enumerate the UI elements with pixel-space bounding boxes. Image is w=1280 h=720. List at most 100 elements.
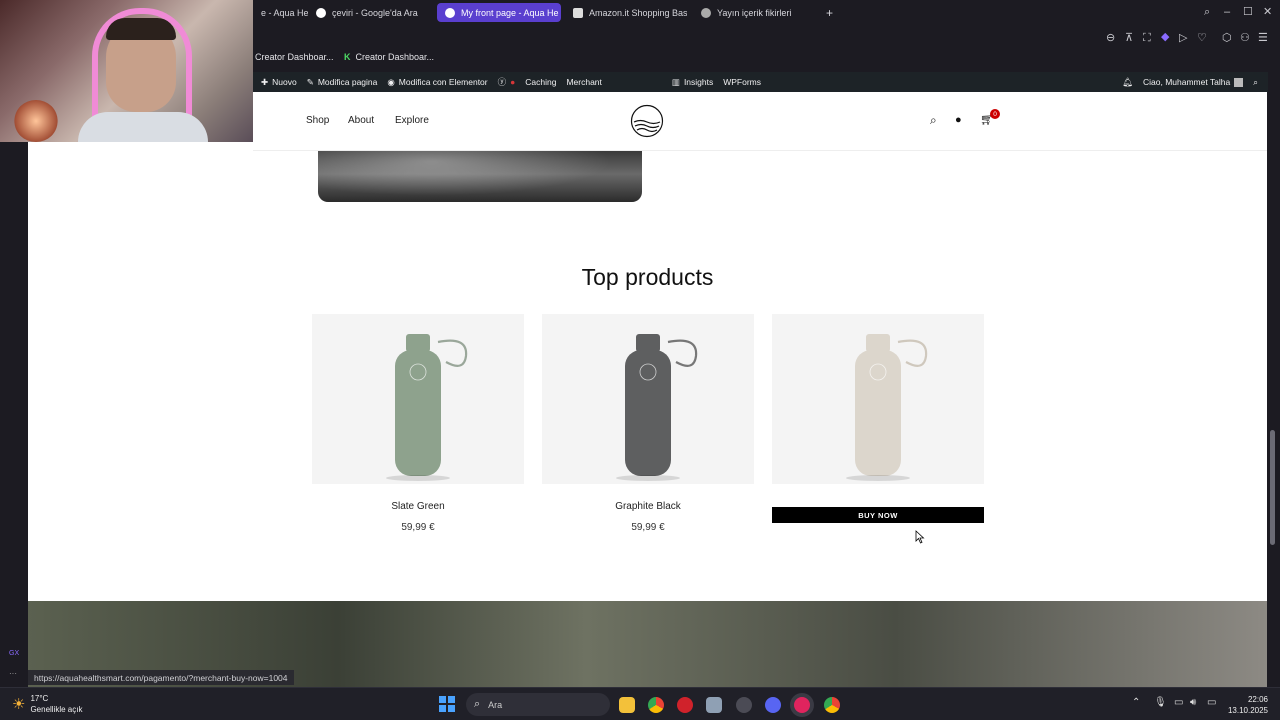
new-tab-button[interactable]: + xyxy=(818,3,838,22)
tray-chevron-icon[interactable]: ⌃ xyxy=(1132,697,1140,708)
product-name[interactable]: Slate Green xyxy=(312,501,524,512)
google-icon xyxy=(316,7,326,18)
bell-icon[interactable]: 🔔︎ xyxy=(1122,77,1133,88)
avatar xyxy=(1234,77,1244,87)
volume-icon[interactable]: 🔊︎ xyxy=(1190,697,1196,708)
status-url: https://aquahealthsmart.com/pagamento/?m… xyxy=(28,670,294,685)
site-icon xyxy=(445,7,455,18)
yoast-icon: ⓨ xyxy=(497,77,507,87)
wp-yoast[interactable]: ⓨ ● xyxy=(498,76,516,88)
tab-front-page[interactable]: My front page - Aqua He xyxy=(437,3,561,22)
hero-image xyxy=(318,151,642,202)
candle-graphic xyxy=(14,100,58,142)
opera-gx-icon[interactable] xyxy=(794,697,810,713)
wp-edit-elementor[interactable]: ◉ Modifica con Elementor xyxy=(387,77,487,88)
product-price: 59,99 € xyxy=(401,522,435,533)
tab-yayin[interactable]: Yayın içerik fikirleri xyxy=(693,3,815,22)
vpn-icon[interactable]: ◆ xyxy=(1161,31,1169,43)
kick-icon: K xyxy=(344,52,351,62)
battery-icon[interactable]: ▭ xyxy=(1207,697,1216,708)
file-explorer-icon[interactable] xyxy=(619,697,635,713)
minimize-icon[interactable]: – xyxy=(1224,6,1230,18)
opera-icon[interactable] xyxy=(677,697,693,713)
bookmark-creator-2[interactable]: K Creator Dashboar... xyxy=(344,52,434,62)
heart-icon[interactable]: ♡ xyxy=(1197,32,1207,44)
mouse-cursor-icon xyxy=(915,530,925,544)
bookmark-creator-1[interactable]: Creator Dashboar... xyxy=(255,52,334,62)
close-icon[interactable]: ✕ xyxy=(1263,6,1272,18)
elementor-icon: ◉ xyxy=(387,76,395,87)
bar-chart-icon: ▥ xyxy=(671,76,680,87)
snapshot-icon[interactable]: ⛶ xyxy=(1143,32,1151,44)
settings-icon[interactable] xyxy=(706,697,722,713)
wp-merchant[interactable]: Merchant xyxy=(566,77,601,87)
gx-label[interactable]: GX xyxy=(9,650,19,657)
chrome-profile-icon[interactable] xyxy=(824,697,840,713)
menu-icon[interactable]: ☰ xyxy=(1258,32,1268,44)
wp-insights[interactable]: ▥ Insights xyxy=(672,77,713,88)
clock[interactable]: 22:06 13.10.2025 xyxy=(1226,694,1268,716)
nav-explore[interactable]: Explore xyxy=(395,115,429,126)
site-logo[interactable] xyxy=(630,104,664,138)
wp-search-icon[interactable]: ⌕ xyxy=(1253,77,1258,88)
amazon-icon xyxy=(573,7,583,18)
product-image[interactable] xyxy=(772,314,984,484)
tab-google[interactable]: çeviri - Google'da Ara xyxy=(308,3,428,22)
taskbar-search[interactable]: ⌕ Ara xyxy=(466,693,610,716)
nav-about[interactable]: About xyxy=(348,115,374,126)
search-tabs-icon[interactable]: ⌕ xyxy=(1204,6,1210,18)
search-icon: ⌕ xyxy=(474,698,481,710)
buy-now-button[interactable]: BUY NOW xyxy=(772,507,984,523)
product-image[interactable] xyxy=(312,314,524,484)
wp-account[interactable]: Ciao, Muhammet Talha xyxy=(1143,77,1244,87)
account-icon[interactable]: ● xyxy=(955,114,962,126)
network-icon[interactable]: ▭ xyxy=(1174,697,1183,708)
cart-count-badge: 0 xyxy=(990,109,1000,119)
extensions-icon[interactable]: ⬡ xyxy=(1222,32,1232,44)
product-price: 59,99 € xyxy=(631,522,665,533)
bottle-image xyxy=(846,334,928,481)
site-header: Shop About Explore ⌕ ● 🛒︎ 0 xyxy=(253,92,1267,151)
web-page: Shop About Explore ⌕ ● 🛒︎ 0 Top products… xyxy=(28,92,1267,687)
bottle-body xyxy=(625,350,671,476)
wp-caching[interactable]: Caching xyxy=(525,77,556,87)
zoom-icon[interactable]: ⊖ xyxy=(1106,32,1115,44)
tab-amazon[interactable]: Amazon.it Shopping Bask xyxy=(565,3,687,22)
tab-aqua[interactable]: e - Aqua He xyxy=(253,3,308,22)
nav-shop[interactable]: Shop xyxy=(306,115,329,126)
plus-icon: ✚ xyxy=(261,76,269,87)
wp-new-button[interactable]: ✚ Nuovo xyxy=(261,77,297,88)
start-icon[interactable] xyxy=(439,696,455,712)
chrome-icon[interactable] xyxy=(648,697,664,713)
hair-graphic xyxy=(106,18,176,40)
product-image[interactable] xyxy=(542,314,754,484)
search-icon[interactable]: ⌕ xyxy=(930,113,937,128)
product-card[interactable]: Slate Green 59,99 € xyxy=(312,314,524,533)
chatgpt-icon xyxy=(701,7,711,18)
scrollbar-track[interactable] xyxy=(1267,92,1280,687)
weather-widget[interactable]: ☀ 17°C Genellikle açık xyxy=(12,693,82,715)
weather-icon: ☀ xyxy=(12,696,26,713)
wp-wpforms[interactable]: WPForms xyxy=(723,77,761,87)
product-name[interactable]: Graphite Black xyxy=(542,501,754,512)
bottle-image xyxy=(386,334,468,481)
product-card[interactable]: Graphite Black 59,99 € xyxy=(542,314,754,533)
mic-icon[interactable]: 🎙︎ xyxy=(1154,697,1167,708)
app-icon[interactable] xyxy=(736,697,752,713)
scrollbar-thumb[interactable] xyxy=(1270,430,1275,545)
maximize-icon[interactable]: ☐ xyxy=(1243,6,1253,18)
more-icon[interactable]: ··· xyxy=(9,669,17,678)
play-icon[interactable]: ▷ xyxy=(1179,32,1187,44)
product-card[interactable]: BUY NOW xyxy=(772,314,984,523)
status-dot-icon: ● xyxy=(510,77,516,87)
section-title: Top products xyxy=(581,264,714,290)
windows-taskbar: ☀ 17°C Genellikle açık ⌕ Ara ⌃ 🎙︎ ▭ 🔊︎ ▭… xyxy=(0,687,1280,720)
pencil-icon: ✎ xyxy=(306,76,314,87)
discord-icon[interactable] xyxy=(765,697,781,713)
pin-icon[interactable]: ⊼ xyxy=(1125,32,1133,44)
wp-edit-page[interactable]: ✎ Modifica pagina xyxy=(307,77,378,88)
profile-icon[interactable]: ⚇ xyxy=(1240,32,1250,44)
bottle-body xyxy=(395,350,441,476)
wp-admin-bar: ✚ Nuovo ✎ Modifica pagina ◉ Modifica con El… xyxy=(253,72,1268,92)
bottle-cap xyxy=(636,334,660,352)
